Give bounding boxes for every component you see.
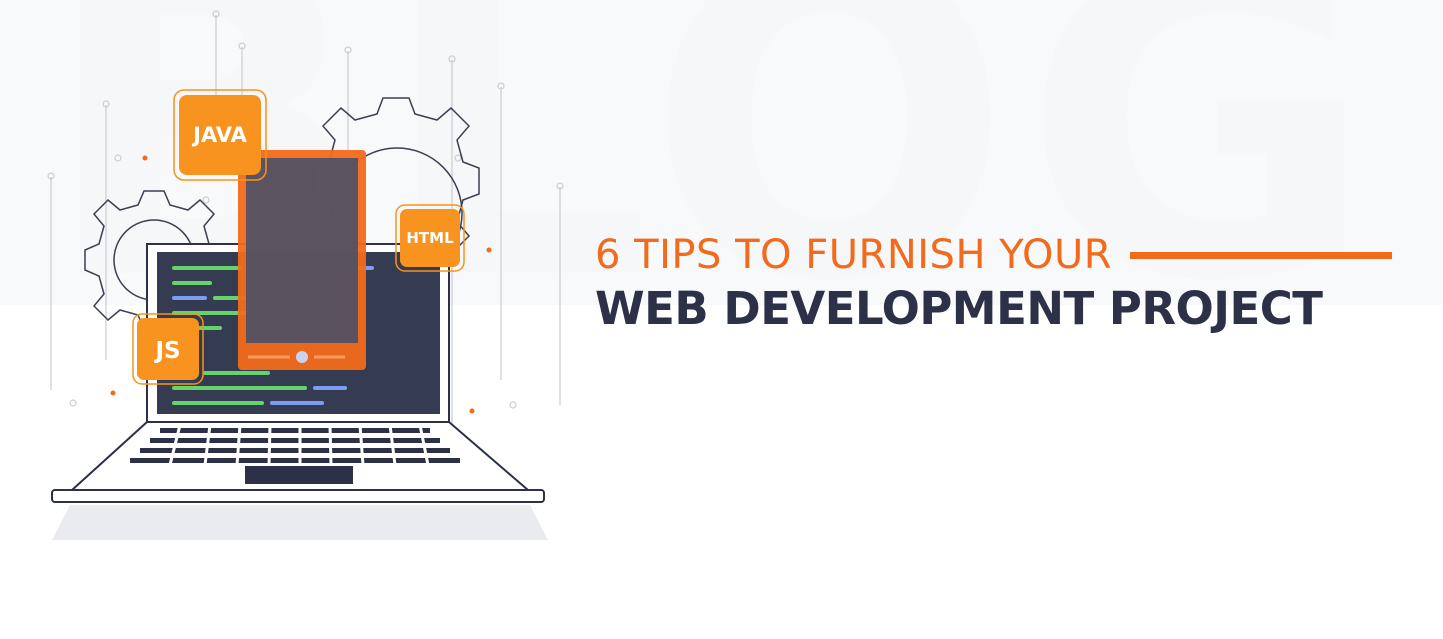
phone-icon [238,150,366,370]
java-label: JAVA [191,123,247,147]
web-dev-illustration: JAVA HTML JS [47,10,564,540]
js-badge: JS [132,313,204,385]
headline-title: WEB DEVELOPMENT PROJECT [595,282,1323,335]
headline-subtitle-row: 6 TIPS TO FURNISH YOUR [595,232,1393,278]
java-badge: JAVA [173,89,267,181]
headline: 6 TIPS TO FURNISH YOUR WEB DEVELOPMENT P… [595,232,1393,335]
html-label: HTML [406,229,454,247]
accent-line [1130,251,1393,259]
html-badge: HTML [395,204,465,272]
js-label: JS [153,338,180,364]
headline-subtitle: 6 TIPS TO FURNISH YOUR [595,232,1113,278]
